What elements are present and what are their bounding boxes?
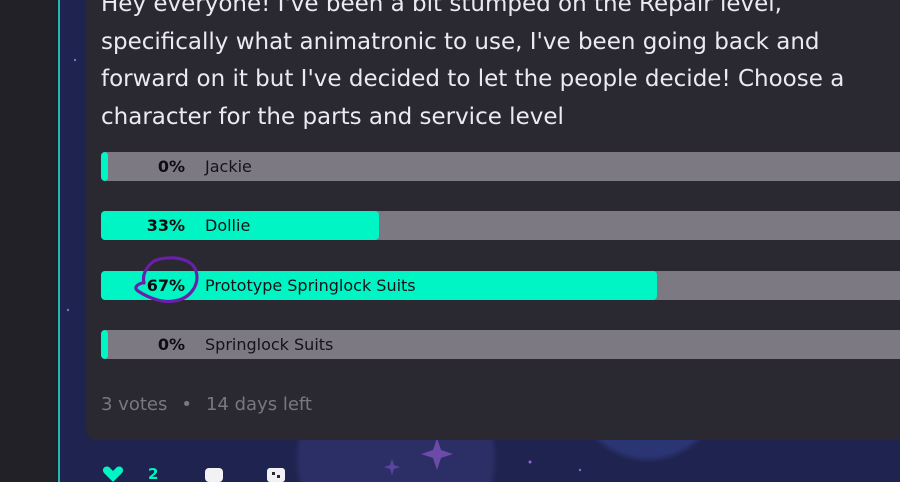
vote-count: 3 votes — [101, 394, 168, 415]
poll-option-jackie[interactable]: 0% Jackie — [101, 152, 900, 181]
post-body: Hey everyone! I've been a bit stumped on… — [101, 0, 845, 130]
poll-option-label: Springlock Suits — [205, 335, 334, 354]
heart-icon[interactable] — [102, 466, 124, 482]
poll-option-percent: 0% — [157, 335, 185, 354]
poll-option-dollie[interactable]: 33% Dollie — [101, 211, 900, 240]
poll-option-label: Prototype Springlock Suits — [205, 276, 416, 295]
share-icon[interactable] — [266, 466, 286, 482]
poll-option-label: Dollie — [205, 216, 251, 235]
meta-separator: • — [181, 394, 192, 415]
poll-option-percent: 0% — [157, 157, 185, 176]
poll-meta: 3 votes • 14 days left — [101, 392, 312, 418]
poll-option-prototype-springlock-suits[interactable]: 67% Prototype Springlock Suits — [101, 271, 900, 300]
poll-option-springlock-suits[interactable]: 0% Springlock Suits — [101, 330, 900, 359]
like-count: 2 — [148, 465, 159, 482]
hand-drawn-circle-annotation — [134, 256, 199, 304]
left-sidebar — [0, 0, 56, 482]
time-left: 14 days left — [205, 394, 312, 415]
poll-option-label: Jackie — [205, 157, 252, 176]
poll-option-percent: 33% — [146, 216, 185, 235]
comment-icon[interactable] — [204, 466, 224, 482]
